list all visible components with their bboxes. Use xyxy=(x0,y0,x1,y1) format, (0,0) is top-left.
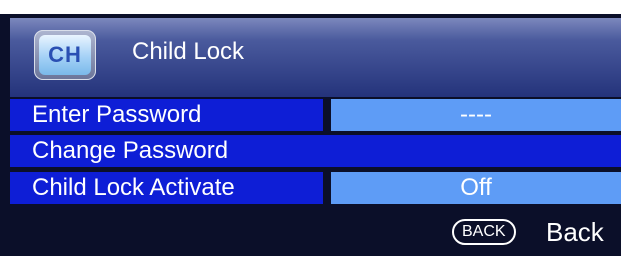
child-lock-screen: CH Child Lock Enter Password ---- Change… xyxy=(0,14,621,256)
back-label: Back xyxy=(546,217,604,247)
change-password-label[interactable]: Change Password xyxy=(10,135,621,167)
ch-icon: CH xyxy=(34,30,96,80)
back-key-icon[interactable]: BACK xyxy=(452,219,516,245)
page-title: Child Lock xyxy=(132,38,245,65)
child-lock-activate-value[interactable]: Off xyxy=(331,172,621,204)
enter-password-field[interactable]: ---- xyxy=(331,99,621,131)
header-bar: CH Child Lock xyxy=(10,18,621,97)
child-lock-activate-label[interactable]: Child Lock Activate xyxy=(10,172,323,204)
ch-icon-label: CH xyxy=(39,35,91,75)
enter-password-label[interactable]: Enter Password xyxy=(10,99,323,131)
